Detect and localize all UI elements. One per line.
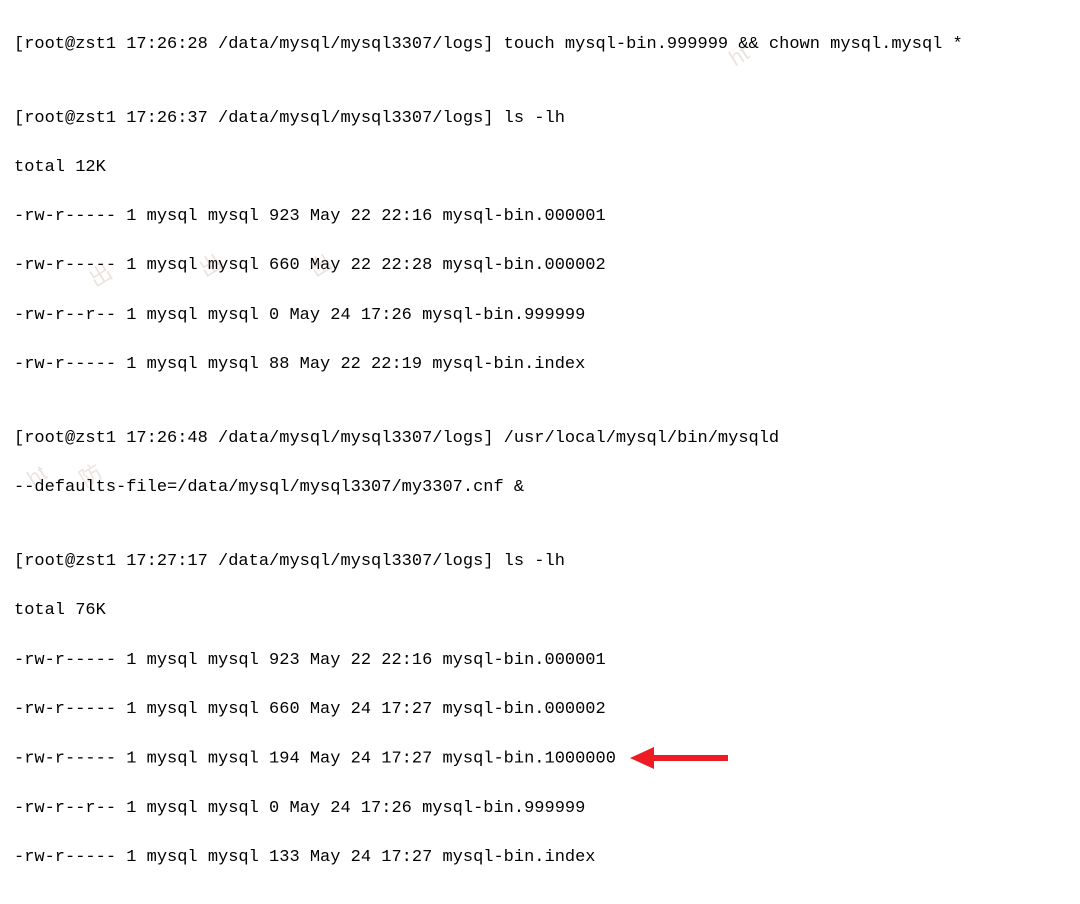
ls1-row-3: -rw-r--r-- 1 mysql mysql 0 May 24 17:26 … [14, 304, 1066, 329]
ls2-row-3-text: -rw-r----- 1 mysql mysql 194 May 24 17:2… [14, 750, 616, 769]
ls2-row-1: -rw-r----- 1 mysql mysql 923 May 22 22:1… [14, 649, 1066, 674]
cmd-mysqld-1: [root@zst1 17:26:48 /data/mysql/mysql330… [14, 427, 1066, 452]
ls2-row-highlight: -rw-r----- 1 mysql mysql 194 May 24 17:2… [14, 747, 1066, 772]
ls1-row-2: -rw-r----- 1 mysql mysql 660 May 22 22:2… [14, 254, 1066, 279]
ls1-row-4: -rw-r----- 1 mysql mysql 88 May 22 22:19… [14, 353, 1066, 378]
cmd-touch: [root@zst1 17:26:28 /data/mysql/mysql330… [14, 33, 1066, 58]
terminal-output: [root@zst1 17:26:28 /data/mysql/mysql330… [0, 0, 1080, 904]
cmd-ls-1: [root@zst1 17:26:37 /data/mysql/mysql330… [14, 107, 1066, 132]
ls2-row-5: -rw-r----- 1 mysql mysql 133 May 24 17:2… [14, 846, 1066, 871]
arrow-icon [630, 747, 728, 769]
ls2-row-4: -rw-r--r-- 1 mysql mysql 0 May 24 17:26 … [14, 797, 1066, 822]
total-1: total 12K [14, 156, 1066, 181]
cmd-mysqld-2: --defaults-file=/data/mysql/mysql3307/my… [14, 476, 1066, 501]
ls2-row-2: -rw-r----- 1 mysql mysql 660 May 24 17:2… [14, 698, 1066, 723]
total-2: total 76K [14, 599, 1066, 624]
cmd-ls-2: [root@zst1 17:27:17 /data/mysql/mysql330… [14, 550, 1066, 575]
ls1-row-1: -rw-r----- 1 mysql mysql 923 May 22 22:1… [14, 205, 1066, 230]
